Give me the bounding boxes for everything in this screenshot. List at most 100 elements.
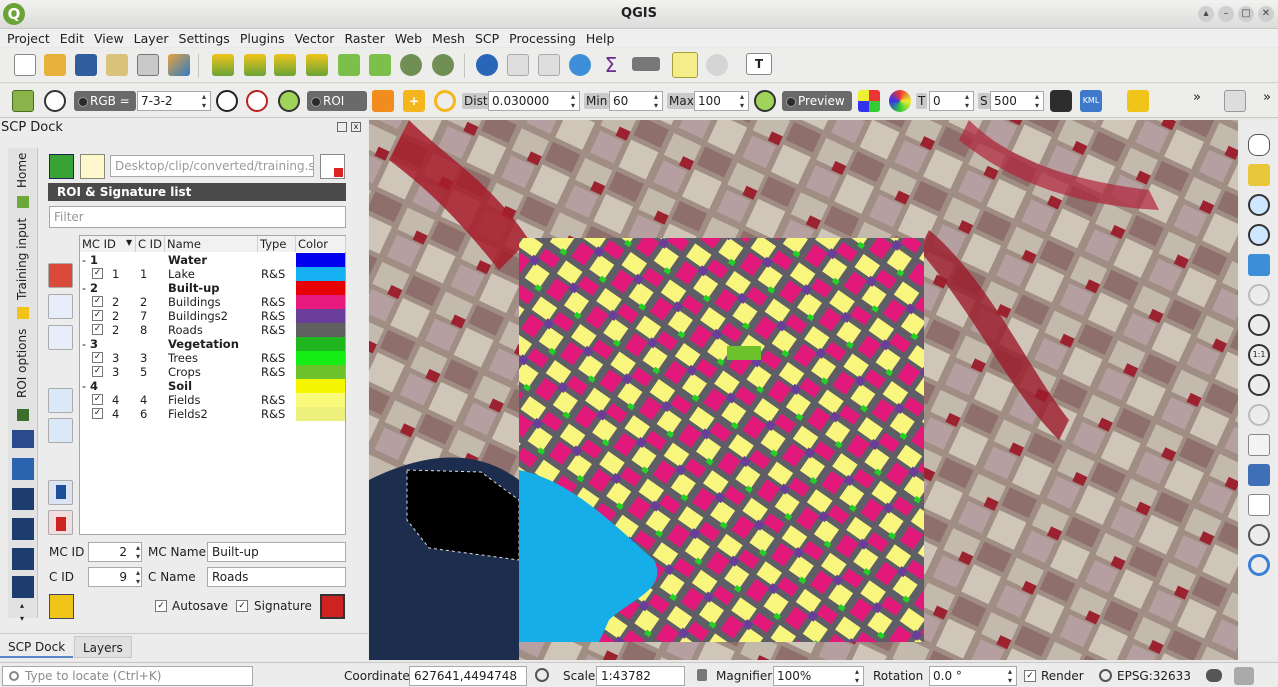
rotation-input[interactable]: 0.0 ° — [929, 666, 1017, 686]
macroclass-row[interactable]: -1 Water — [80, 253, 346, 267]
zoom-out-icon[interactable] — [1248, 224, 1270, 246]
vector-select-icon[interactable] — [212, 54, 234, 76]
layout-manager-icon[interactable] — [137, 54, 159, 76]
signature-checkbox[interactable]: ✓ — [92, 366, 103, 377]
scp-input-image-icon[interactable] — [12, 90, 34, 112]
magnifier-input[interactable]: 100% — [773, 666, 864, 686]
reset-training-file-icon[interactable] — [320, 154, 345, 179]
minimize-window-icon[interactable]: – — [1218, 6, 1234, 22]
col-color[interactable]: Color — [296, 236, 346, 252]
shade-window-icon[interactable]: ▴ — [1198, 6, 1214, 22]
local-cumulative-stretch-icon[interactable] — [216, 90, 238, 112]
vector-deselect-icon[interactable] — [244, 54, 266, 76]
pan-icon[interactable] — [1248, 134, 1270, 156]
add-wms-layer-icon[interactable] — [400, 54, 422, 76]
redo-roi-icon[interactable] — [434, 90, 456, 112]
plugin-updates-icon[interactable] — [1234, 667, 1254, 685]
select-by-expression-icon[interactable] — [274, 54, 296, 76]
remove-temp-files-icon[interactable] — [1050, 90, 1072, 112]
tab-scroll-up-icon[interactable]: ▴ — [8, 601, 36, 613]
new-print-layout-icon[interactable] — [106, 54, 128, 76]
processing-toolbox-icon[interactable] — [569, 54, 591, 76]
zoom-to-input-image-icon[interactable] — [44, 90, 66, 112]
text-annotation-icon[interactable]: T — [746, 53, 772, 75]
toolbar-overflow-right-icon[interactable]: » — [1260, 90, 1274, 112]
color-swatch[interactable] — [296, 309, 345, 323]
delete-signatures-icon[interactable] — [48, 325, 73, 350]
preview-toggle[interactable]: Preview — [782, 91, 852, 111]
merge-signatures-icon[interactable] — [48, 294, 73, 319]
export-signatures-icon[interactable] — [48, 510, 73, 535]
kml-export-icon[interactable]: KML — [1080, 90, 1102, 112]
min-input[interactable]: 60 — [609, 91, 663, 111]
menu-settings[interactable]: Settings — [174, 31, 235, 46]
menu-raster[interactable]: Raster — [339, 31, 389, 46]
zoom-to-roi-icon[interactable] — [278, 90, 300, 112]
temporal-controller-icon[interactable] — [1248, 524, 1270, 546]
menu-project[interactable]: Project — [2, 31, 55, 46]
undo-save-roi-icon[interactable] — [49, 594, 74, 619]
select-by-location-icon[interactable] — [306, 54, 328, 76]
pan-to-selection-icon[interactable] — [1248, 164, 1270, 186]
statistical-summary-icon[interactable]: Σ — [600, 54, 622, 76]
save-project-icon[interactable] — [75, 54, 97, 76]
spectral-plot-tab-icon[interactable] — [12, 458, 34, 480]
add-wfs-layer-icon[interactable] — [432, 54, 454, 76]
color-swatch[interactable] — [296, 253, 345, 267]
crs-globe-icon[interactable] — [1099, 669, 1112, 682]
menu-web[interactable]: Web — [390, 31, 427, 46]
create-training-file-icon[interactable] — [49, 154, 74, 179]
color-swatch[interactable] — [296, 351, 345, 365]
tab-scroll-down-icon[interactable]: ▾ — [8, 614, 36, 626]
signature-row[interactable]: ✓ 2 8 Roads R&S — [80, 323, 346, 337]
classification-preview-icon[interactable] — [858, 90, 880, 112]
macroclass-row[interactable]: -3 Vegetation — [80, 337, 346, 351]
col-type[interactable]: Type — [258, 236, 296, 252]
messages-icon[interactable] — [1206, 669, 1222, 682]
tab-layers[interactable]: Layers — [74, 636, 132, 658]
identify-features-icon[interactable] — [476, 54, 498, 76]
signature-checkbox[interactable]: ✓ — [92, 324, 103, 335]
lock-scale-icon[interactable] — [697, 669, 707, 681]
menu-mesh[interactable]: Mesh — [427, 31, 470, 46]
gps-tools-icon[interactable] — [706, 54, 728, 76]
col-name[interactable]: Name — [165, 236, 258, 252]
expand-toggle-icon[interactable]: - — [82, 379, 86, 393]
new-project-icon[interactable] — [14, 54, 36, 76]
measure-line-icon[interactable] — [632, 57, 660, 71]
dist-input[interactable]: 0.030000 — [488, 91, 580, 111]
classification-tab-icon[interactable] — [12, 430, 34, 448]
show-signature-plot-icon[interactable] — [48, 263, 73, 288]
color-swatch[interactable] — [296, 393, 345, 407]
save-roi-icon[interactable] — [320, 594, 345, 619]
open-project-icon[interactable] — [44, 54, 66, 76]
color-swatch[interactable] — [296, 379, 345, 393]
zoom-in-icon[interactable] — [1248, 194, 1270, 216]
macroclass-row[interactable]: -4 Soil — [80, 379, 346, 393]
color-swatch[interactable] — [296, 337, 345, 351]
zoom-full-icon[interactable] — [1248, 254, 1270, 276]
local-std-stretch-icon[interactable] — [246, 90, 268, 112]
tab-training-input[interactable]: Training input — [15, 218, 29, 300]
mc-id-input[interactable]: 2 — [88, 542, 142, 562]
signature-checkbox[interactable]: ✓ — [92, 268, 103, 279]
zoom-last-icon[interactable] — [1248, 374, 1270, 396]
open-training-file-icon[interactable] — [80, 154, 105, 179]
render-checkbox[interactable]: ✓ — [1024, 670, 1036, 682]
import-signatures-icon[interactable] — [48, 480, 73, 505]
zoom-to-preview-icon[interactable] — [754, 90, 776, 112]
expand-toggle-icon[interactable]: - — [82, 281, 86, 295]
dock-close-icon[interactable]: x — [351, 122, 361, 132]
size-input[interactable]: 500 — [990, 91, 1044, 111]
scatter-plot-icon[interactable] — [48, 418, 73, 443]
tab-home[interactable]: Home — [15, 153, 29, 188]
color-swatch[interactable] — [296, 407, 345, 421]
signature-checkbox[interactable]: ✓ — [92, 408, 103, 419]
macroclass-row[interactable]: -2 Built-up — [80, 281, 346, 295]
color-swatch[interactable] — [296, 365, 345, 379]
locator-input[interactable]: Type to locate (Ctrl+K) — [2, 666, 253, 686]
map-tips-icon[interactable] — [672, 52, 698, 78]
color-swatch[interactable] — [296, 267, 345, 281]
add-point-layer-icon[interactable] — [338, 54, 360, 76]
menu-edit[interactable]: Edit — [55, 31, 89, 46]
